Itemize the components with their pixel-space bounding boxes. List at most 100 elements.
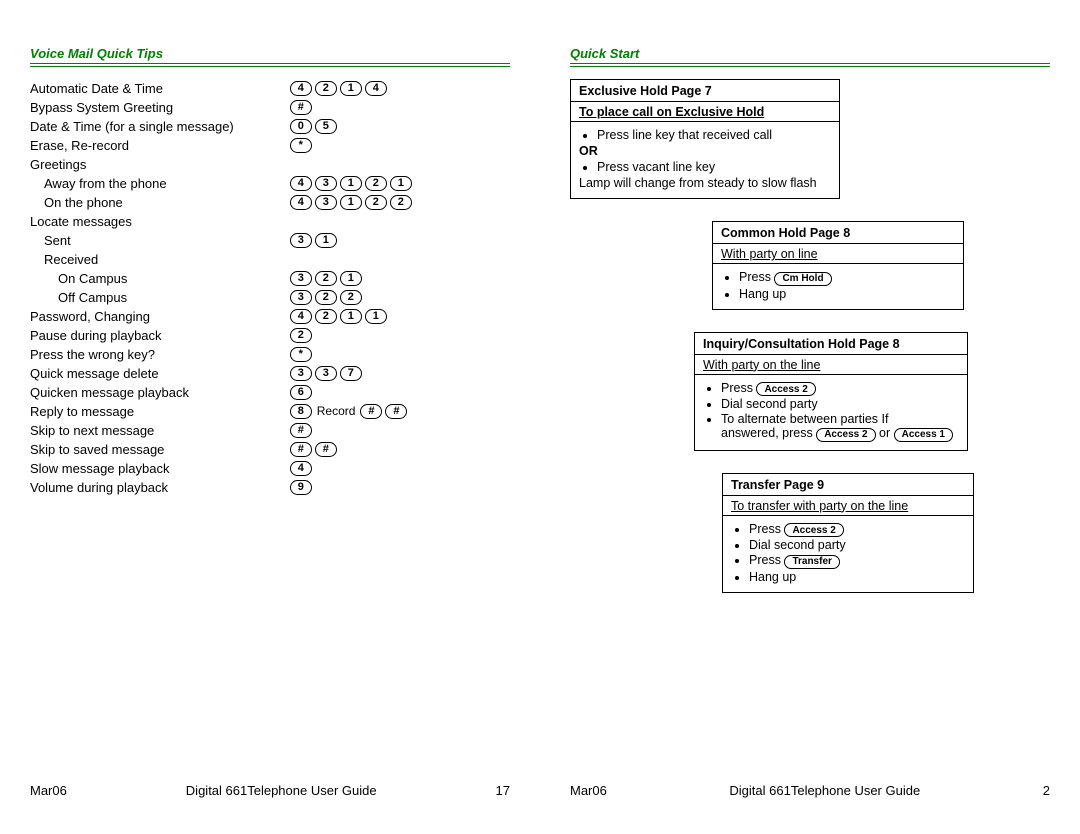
key-icon: 2 (315, 81, 337, 96)
key-row: 6 (290, 383, 412, 402)
page-footer: Mar06 Digital 661Telephone User Guide 17 (30, 783, 510, 798)
tip-label: Quicken message playback (30, 383, 234, 402)
box-title: Transfer Page 9 (723, 474, 973, 496)
key-icon: 9 (290, 480, 312, 495)
right-column: Common Hold Page 8 With party on line Pr… (570, 221, 1050, 593)
key-row: 321 (290, 269, 412, 288)
tip-label: On the phone (30, 193, 234, 212)
key-icon: 1 (365, 309, 387, 324)
tip-label: Press the wrong key? (30, 345, 234, 364)
tip-label: Reply to message (30, 402, 234, 421)
key-icon: 1 (340, 309, 362, 324)
tip-label: Skip to next message (30, 421, 234, 440)
tip-label: Bypass System Greeting (30, 98, 234, 117)
tip-label: Pause during playback (30, 326, 234, 345)
key-icon: 1 (340, 271, 362, 286)
tip-label: Password, Changing (30, 307, 234, 326)
key-icon: 1 (390, 176, 412, 191)
footer-date: Mar06 (30, 783, 67, 798)
key-icon: 7 (340, 366, 362, 381)
key-row: 4214 (290, 79, 412, 98)
key-icon: 4 (290, 176, 312, 191)
key-row: 8 Record ## (290, 402, 412, 421)
key-icon: 8 (290, 404, 312, 419)
key-icon: # (290, 423, 312, 438)
footer-date: Mar06 (570, 783, 607, 798)
right-page: Quick Start Exclusive Hold Page 7 To pla… (540, 0, 1080, 834)
key-row: 337 (290, 364, 412, 383)
tip-label: Erase, Re-record (30, 136, 234, 155)
key-icon: 6 (290, 385, 312, 400)
key-row: ## (290, 440, 412, 459)
tip-label: Locate messages (30, 212, 234, 231)
access-2-key-icon: Access 2 (784, 523, 843, 537)
key-row (290, 212, 412, 231)
key-icon: 3 (315, 366, 337, 381)
step: Dial second party (749, 538, 965, 552)
access-2-key-icon: Access 2 (756, 382, 815, 396)
box-subtitle: With party on the line (695, 355, 967, 375)
key-icon: # (360, 404, 382, 419)
step: Hang up (739, 287, 955, 301)
key-row: 05 (290, 117, 412, 136)
key-icon: 4 (290, 309, 312, 324)
common-hold-box: Common Hold Page 8 With party on line Pr… (712, 221, 964, 310)
step: Press line key that received call (597, 128, 831, 142)
key-icon: # (290, 100, 312, 115)
key-icon: 2 (315, 271, 337, 286)
box-body: Press Access 2 Dial second party Press T… (723, 516, 973, 592)
key-icon: 3 (315, 176, 337, 191)
key-row: 43122 (290, 193, 412, 212)
key-icon: 4 (290, 461, 312, 476)
tips-keys: 4214 # 05 * 43121 43122 31 321 322 4211 … (290, 79, 412, 497)
tips-labels: Automatic Date & Time Bypass System Gree… (30, 79, 234, 497)
header-rule (30, 63, 510, 67)
key-icon: 3 (315, 195, 337, 210)
box-body: Press Cm Hold Hang up (713, 264, 963, 309)
section-header: Quick Start (570, 46, 1050, 61)
key-icon: 3 (290, 290, 312, 305)
tip-label: Greetings (30, 155, 234, 174)
step: Dial second party (721, 397, 959, 411)
key-row: 322 (290, 288, 412, 307)
key-icon: # (385, 404, 407, 419)
key-icon: 1 (340, 176, 362, 191)
key-icon: # (290, 442, 312, 457)
key-icon: 1 (340, 195, 362, 210)
key-icon: 2 (315, 290, 337, 305)
section-header: Voice Mail Quick Tips (30, 46, 510, 61)
step: Hang up (749, 570, 965, 584)
key-row: 31 (290, 231, 412, 250)
key-icon: # (315, 442, 337, 457)
exclusive-hold-box: Exclusive Hold Page 7 To place call on E… (570, 79, 840, 199)
key-row: # (290, 421, 412, 440)
tip-label: Date & Time (for a single message) (30, 117, 234, 136)
key-icon: 4 (365, 81, 387, 96)
key-row: 4 (290, 459, 412, 478)
key-icon: 3 (290, 233, 312, 248)
key-row (290, 250, 412, 269)
footer-title: Digital 661Telephone User Guide (729, 783, 920, 798)
key-icon: 2 (340, 290, 362, 305)
footer-page: 2 (1043, 783, 1050, 798)
key-icon: 2 (390, 195, 412, 210)
tip-label: Received (30, 250, 234, 269)
step: Press vacant line key (597, 160, 831, 174)
key-icon: 3 (290, 366, 312, 381)
key-icon: 1 (340, 81, 362, 96)
key-row: 43121 (290, 174, 412, 193)
quick-tips-table: Automatic Date & Time Bypass System Gree… (30, 79, 510, 497)
tip-label: Away from the phone (30, 174, 234, 193)
access-2-key-icon: Access 2 (816, 428, 875, 442)
key-text: Record (317, 402, 356, 421)
step: Press Access 2 (749, 522, 965, 538)
transfer-key-icon: Transfer (784, 555, 839, 569)
key-icon: 4 (290, 81, 312, 96)
tip-label: Sent (30, 231, 234, 250)
key-icon: 1 (315, 233, 337, 248)
box-title: Exclusive Hold Page 7 (571, 80, 839, 102)
key-row: 9 (290, 478, 412, 497)
box-subtitle: To transfer with party on the line (723, 496, 973, 516)
key-row: 4211 (290, 307, 412, 326)
tip-label: Quick message delete (30, 364, 234, 383)
